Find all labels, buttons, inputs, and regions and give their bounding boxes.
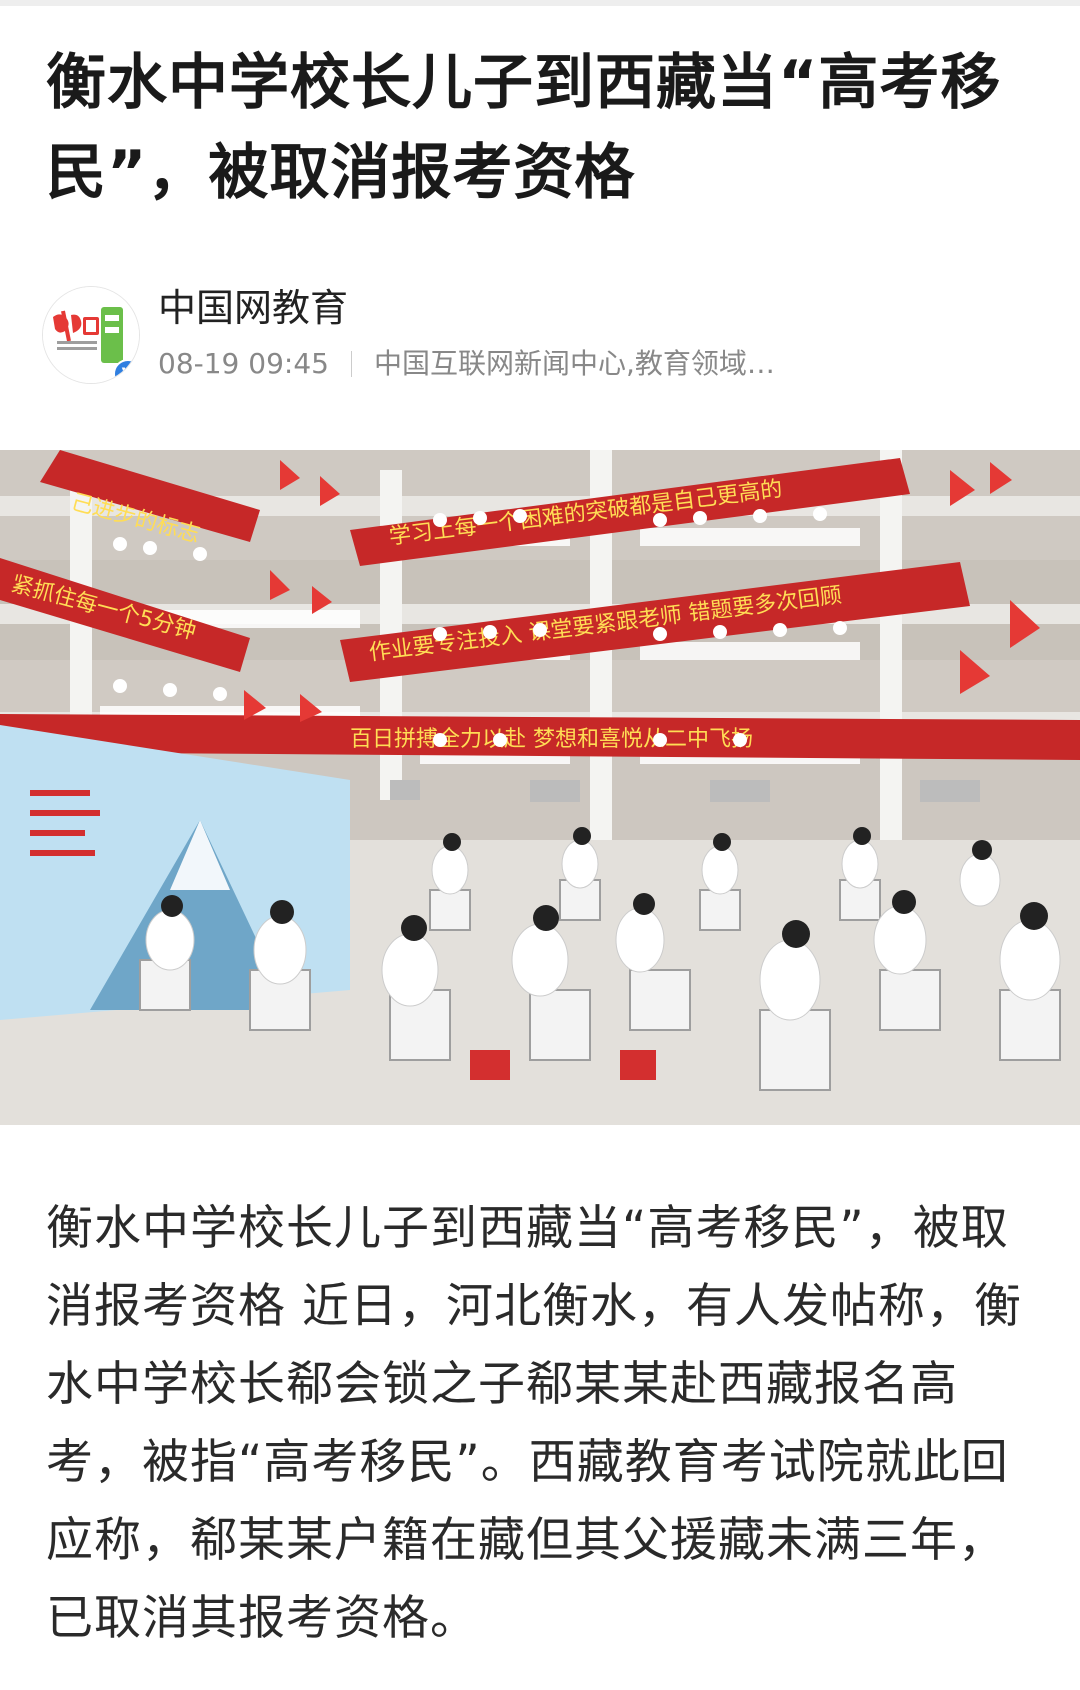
top-border xyxy=(0,0,1080,6)
china-org-education-logo-icon[interactable]: V xyxy=(42,286,140,384)
author-bar[interactable]: V 中国网教育 08-19 09:45 中国互联网新闻中心,教育领域… xyxy=(42,282,1042,392)
verified-badge-icon: V xyxy=(113,359,139,383)
author-meta: 08-19 09:45 中国互联网新闻中心,教育领域… xyxy=(158,344,1038,384)
banner-text: 百日拼搏全力以赴 梦想和喜悦从二中飞扬 xyxy=(350,727,753,752)
article-photo: 己进步的标志 学习上每一个困难的突破都是自己更高的 紧抓住每一个5分钟 作业要专… xyxy=(0,450,1080,1125)
article-body: 衡水中学校长儿子到西藏当“高考移民”，被取消报考资格 近日，河北衡水，有人发帖称… xyxy=(46,1201,1022,1646)
author-name[interactable]: 中国网教育 xyxy=(158,282,348,334)
meta-divider xyxy=(350,351,352,377)
article-title: 衡水中学校长儿子到西藏当“高考移民”，被取消报考资格 xyxy=(46,48,1002,208)
author-description: 中国互联网新闻中心,教育领域… xyxy=(373,347,775,380)
publish-time: 08-19 09:45 xyxy=(158,347,329,380)
